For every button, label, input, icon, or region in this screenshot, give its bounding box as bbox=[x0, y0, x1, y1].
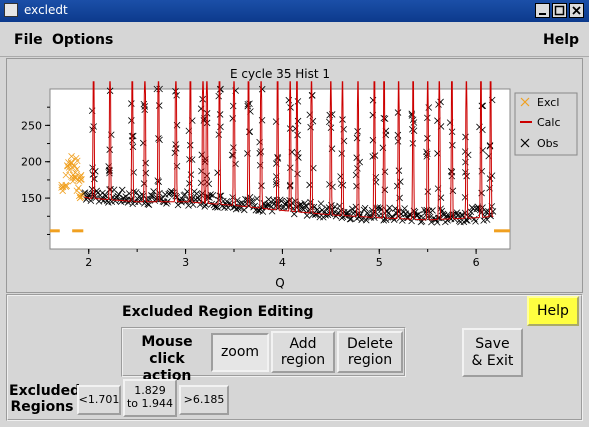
x-tick-label: 3 bbox=[182, 256, 189, 269]
maximize-button[interactable] bbox=[552, 3, 567, 18]
menu-help[interactable]: Help bbox=[543, 32, 579, 48]
plot-area[interactable] bbox=[49, 88, 511, 250]
legend-obs: Obs bbox=[537, 137, 559, 150]
help-button[interactable]: Help bbox=[527, 296, 579, 326]
editing-title: Excluded Region Editing bbox=[122, 304, 314, 320]
menu-file[interactable]: File bbox=[14, 32, 43, 48]
y-tick-label: 150 bbox=[21, 192, 42, 205]
title-bar: excledt bbox=[0, 0, 589, 22]
plot-panel: E cycle 35 Hist 1 2 3 4 5 6 150 200 250 Q Excl … bbox=[6, 58, 583, 293]
app-icon[interactable] bbox=[4, 3, 18, 17]
window-title: excledt bbox=[24, 3, 68, 17]
minimize-button[interactable] bbox=[535, 3, 550, 18]
diffraction-plot[interactable]: E cycle 35 Hist 1 2 3 4 5 6 150 200 250 Q Excl … bbox=[7, 59, 584, 294]
menu-bar: File Options Help bbox=[0, 22, 589, 57]
save-exit-button[interactable]: Save & Exit bbox=[462, 328, 523, 377]
plot-title: E cycle 35 Hist 1 bbox=[230, 67, 330, 81]
region-button-2[interactable]: 1.829 to 1.944 bbox=[123, 379, 177, 417]
mouse-click-action-group: Mouse click action zoom Add region Delet… bbox=[121, 327, 406, 384]
legend-calc: Calc bbox=[537, 116, 561, 129]
editing-panel: Excluded Region Editing Help Mouse click… bbox=[6, 294, 583, 421]
excluded-regions-label: Excluded Regions bbox=[9, 383, 81, 416]
legend-excl: Excl bbox=[537, 96, 559, 109]
x-tick-label: 2 bbox=[85, 256, 92, 269]
x-axis-label: Q bbox=[275, 276, 284, 290]
x-tick-label: 6 bbox=[473, 256, 480, 269]
region-button-1[interactable]: <1.701 bbox=[77, 385, 121, 415]
x-tick-label: 4 bbox=[279, 256, 286, 269]
menu-options[interactable]: Options bbox=[52, 32, 113, 48]
y-tick-label: 250 bbox=[21, 119, 42, 132]
legend: Excl Calc Obs bbox=[514, 92, 578, 156]
delete-region-button[interactable]: Delete region bbox=[337, 331, 403, 373]
zoom-button[interactable]: zoom bbox=[211, 333, 269, 372]
mouse-click-action-label: Mouse click action bbox=[141, 334, 193, 384]
add-region-button[interactable]: Add region bbox=[271, 331, 335, 373]
region-button-3[interactable]: >6.185 bbox=[179, 385, 229, 415]
x-tick-label: 5 bbox=[376, 256, 383, 269]
y-tick-label: 200 bbox=[21, 156, 42, 169]
close-button[interactable] bbox=[569, 3, 584, 18]
